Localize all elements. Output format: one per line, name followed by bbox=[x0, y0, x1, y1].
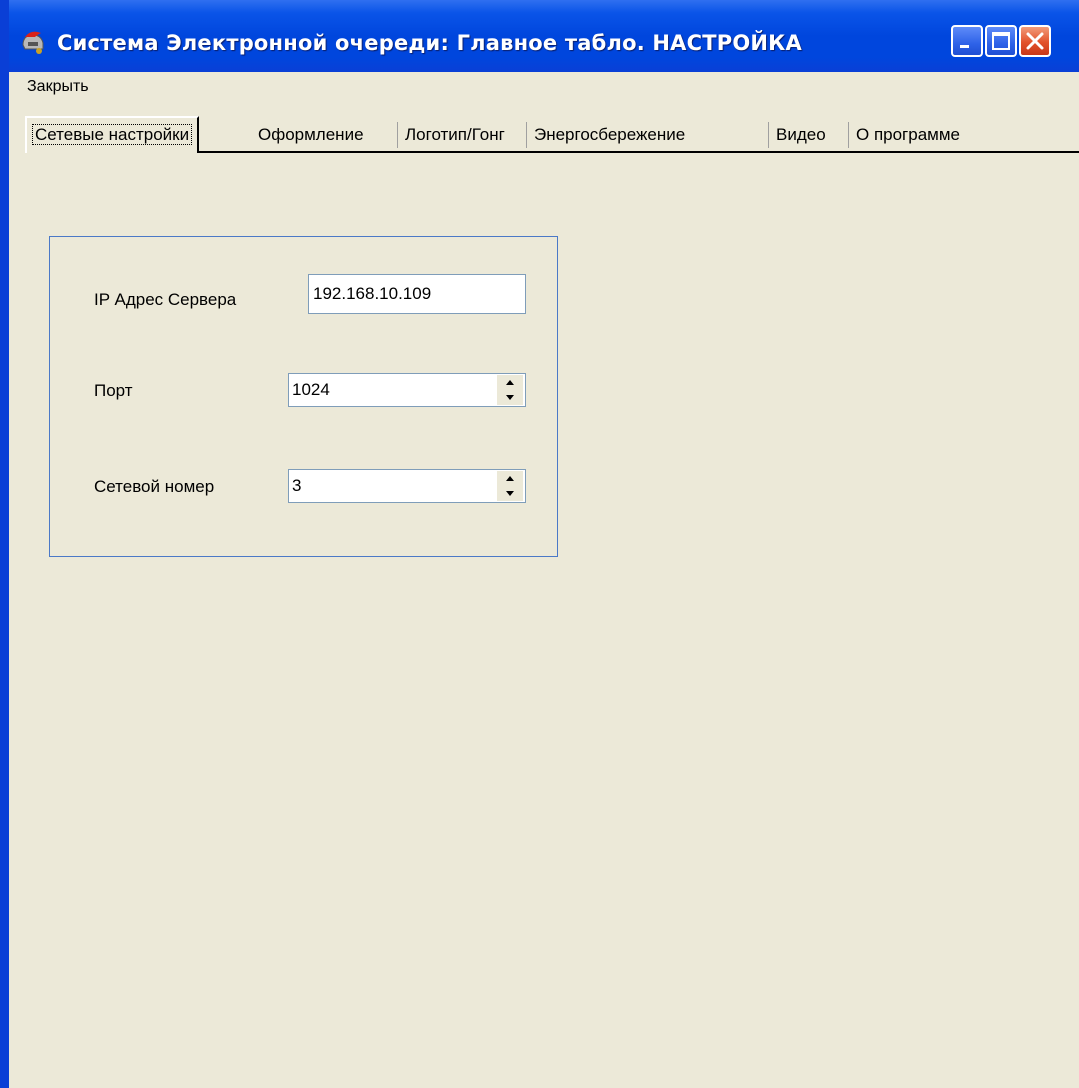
network-number-label: Сетевой номер bbox=[94, 477, 215, 496]
maximize-button[interactable] bbox=[985, 25, 1017, 57]
menu-bar bbox=[9, 72, 1079, 102]
network-number-value[interactable]: 3 bbox=[292, 470, 301, 502]
port-value[interactable]: 1024 bbox=[292, 374, 330, 406]
arrow-up-icon bbox=[506, 380, 514, 385]
window-title: Система Электронной очереди: Главное таб… bbox=[57, 31, 802, 55]
tab-label: Логотип/Гонг bbox=[405, 125, 505, 144]
server-ip-label: IP Адрес Сервера bbox=[94, 290, 237, 309]
tab-appearance[interactable]: Оформление bbox=[253, 120, 369, 150]
network-number-spinner[interactable]: 3 bbox=[288, 469, 526, 503]
server-ip-input[interactable] bbox=[308, 274, 526, 314]
tab-label: О программе bbox=[856, 125, 961, 144]
close-icon bbox=[1026, 32, 1044, 50]
tab-separator bbox=[397, 122, 398, 148]
title-bar[interactable]: Система Электронной очереди: Главное таб… bbox=[9, 0, 1079, 72]
tab-power-saving[interactable]: Энергосбережение bbox=[529, 120, 690, 150]
menu-item-close[interactable]: Закрыть bbox=[27, 76, 89, 98]
arrow-down-icon bbox=[506, 395, 514, 400]
minimize-button[interactable] bbox=[951, 25, 983, 57]
tab-logo-gong[interactable]: Логотип/Гонг bbox=[400, 120, 510, 150]
tab-about[interactable]: О программе bbox=[851, 120, 965, 150]
tab-label: Сетевые настройки bbox=[32, 124, 193, 145]
close-button[interactable] bbox=[1019, 25, 1051, 57]
helmet-icon[interactable] bbox=[19, 29, 47, 57]
tab-network-settings[interactable]: Сетевые настройки bbox=[25, 116, 200, 153]
settings-window: Система Электронной очереди: Главное таб… bbox=[0, 0, 1079, 1088]
arrow-down-icon bbox=[506, 491, 514, 496]
minimize-icon bbox=[960, 45, 969, 48]
port-spinner[interactable]: 1024 bbox=[288, 373, 526, 407]
port-increment-button[interactable] bbox=[497, 375, 523, 390]
tab-label: Энергосбережение bbox=[534, 125, 686, 144]
network-number-decrement-button[interactable] bbox=[497, 486, 523, 501]
port-label: Порт bbox=[94, 381, 133, 400]
network-number-increment-button[interactable] bbox=[497, 471, 523, 486]
tab-separator bbox=[768, 122, 769, 148]
tab-video[interactable]: Видео bbox=[771, 120, 831, 150]
arrow-up-icon bbox=[506, 476, 514, 481]
tab-label: Оформление bbox=[258, 125, 364, 144]
tab-label: Видео bbox=[776, 125, 826, 144]
tab-separator bbox=[848, 122, 849, 148]
maximize-icon bbox=[992, 32, 1010, 50]
port-decrement-button[interactable] bbox=[497, 390, 523, 405]
tab-separator bbox=[526, 122, 527, 148]
